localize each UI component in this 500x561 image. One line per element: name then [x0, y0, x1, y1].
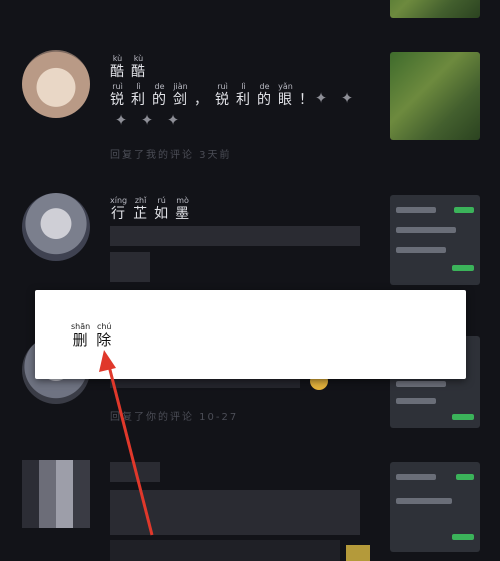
hanzi: 芷 — [133, 206, 149, 222]
pinyin: yǎn — [278, 82, 293, 91]
pinyin: lì — [241, 82, 246, 91]
context-menu: shān 删 chú 除 — [35, 290, 466, 379]
pinyin: jiàn — [173, 82, 188, 91]
chat-line — [454, 207, 474, 213]
ruby-char: de 的 — [257, 82, 272, 109]
pinyin: de — [154, 82, 165, 91]
chat-line — [396, 498, 452, 504]
hanzi: 删 — [72, 331, 89, 349]
video-thumbnail[interactable] — [390, 52, 480, 140]
user-avatar[interactable] — [22, 193, 90, 261]
chat-line — [396, 227, 456, 233]
pinyin: de — [259, 82, 270, 91]
pinyin: kù — [133, 54, 144, 63]
chat-line — [452, 414, 474, 420]
pinyin: ruì — [112, 82, 123, 91]
hanzi: 利 — [131, 92, 146, 108]
pinyin: lì — [136, 82, 141, 91]
chat-line — [396, 398, 436, 404]
user-avatar[interactable] — [22, 460, 90, 528]
hanzi: 酷 — [110, 64, 125, 80]
hanzi: ， — [194, 92, 209, 108]
emoji-icon: ✦ — [140, 111, 154, 129]
pinyin: mò — [176, 196, 189, 205]
ruby-char: lì 利 — [236, 82, 251, 109]
ruby-char: mò 墨 — [175, 196, 190, 223]
ruby-char: kù 酷 — [131, 54, 146, 81]
chat-line — [396, 247, 446, 253]
hanzi: 酷 — [131, 64, 146, 80]
video-thumbnail[interactable] — [390, 462, 480, 552]
emoji-icon: ✦ — [340, 89, 354, 107]
emoji-icon: ✦ — [166, 111, 180, 129]
hanzi: 利 — [236, 92, 251, 108]
hanzi: 除 — [96, 331, 113, 349]
comment-meta: 回复了我的评论 3天前 — [110, 150, 232, 161]
video-thumbnail[interactable] — [390, 0, 480, 18]
pinyin — [305, 82, 308, 92]
emoji-icon: ✦ — [314, 89, 328, 107]
chat-line — [396, 381, 446, 387]
ruby-char: ruì 锐 — [215, 82, 230, 109]
notification-feed: kù 酷 kù 酷 ruì 锐 lì 利 de 的 jiàn 剑 ， ruì 锐 lì 利 de 的 yǎn 眼 ！… — [0, 0, 500, 561]
username[interactable]: xíng 行 zhǐ 芷 rú 如 mò 墨 — [110, 196, 190, 223]
hanzi: 锐 — [110, 92, 125, 108]
chat-line — [456, 474, 474, 480]
hanzi: 锐 — [215, 92, 230, 108]
ruby-char: zhǐ 芷 — [133, 196, 148, 223]
ruby-char: ， — [194, 82, 209, 109]
ruby-char: yǎn 眼 — [278, 82, 293, 109]
chat-line — [396, 207, 436, 213]
comment-meta: 回复了你的评论 10-27 — [110, 412, 239, 423]
pixelated-text — [110, 252, 150, 282]
pinyin: rú — [157, 196, 166, 205]
chat-line — [452, 534, 474, 540]
hanzi: 的 — [257, 92, 272, 108]
video-thumbnail[interactable] — [390, 195, 480, 285]
emoji-icon: ✦ — [114, 111, 128, 129]
ruby-char: lì 利 — [131, 82, 146, 109]
pixelated-text — [110, 540, 340, 561]
chat-line — [396, 474, 436, 480]
comment-meta-partial — [110, 0, 115, 7]
pixelated-text — [110, 226, 360, 246]
pinyin: kù — [112, 54, 123, 63]
ruby-char: jiàn 剑 — [173, 82, 188, 109]
hanzi: 的 — [152, 92, 167, 108]
pinyin: ruì — [217, 82, 228, 91]
hanzi: 如 — [154, 206, 170, 222]
ruby-char: chú 除 — [96, 322, 112, 349]
pinyin — [200, 82, 203, 92]
delete-menu-item[interactable]: shān 删 chú 除 — [71, 322, 112, 349]
user-avatar[interactable] — [22, 50, 90, 118]
ruby-char: rú 如 — [154, 196, 169, 223]
pixelated-text — [110, 490, 360, 535]
ruby-char: ruì 锐 — [110, 82, 125, 109]
comment-text: ruì 锐 lì 利 de 的 jiàn 剑 ， ruì 锐 lì 利 de 的 yǎn 眼 ！ — [110, 82, 314, 109]
pixelated-text — [346, 545, 370, 561]
pixelated-text — [110, 462, 160, 482]
ruby-char: de 的 — [152, 82, 167, 109]
pinyin: zhǐ — [134, 196, 147, 205]
hanzi: 眼 — [278, 92, 293, 108]
hanzi: 行 — [111, 206, 127, 222]
hanzi: 剑 — [173, 92, 188, 108]
ruby-char: xíng 行 — [110, 196, 127, 223]
username[interactable]: kù 酷 kù 酷 — [110, 54, 146, 81]
hanzi: 墨 — [175, 206, 191, 222]
chat-line — [452, 265, 474, 271]
ruby-char: shān 删 — [71, 322, 90, 349]
ruby-char: kù 酷 — [110, 54, 125, 81]
pinyin: xíng — [110, 196, 128, 205]
